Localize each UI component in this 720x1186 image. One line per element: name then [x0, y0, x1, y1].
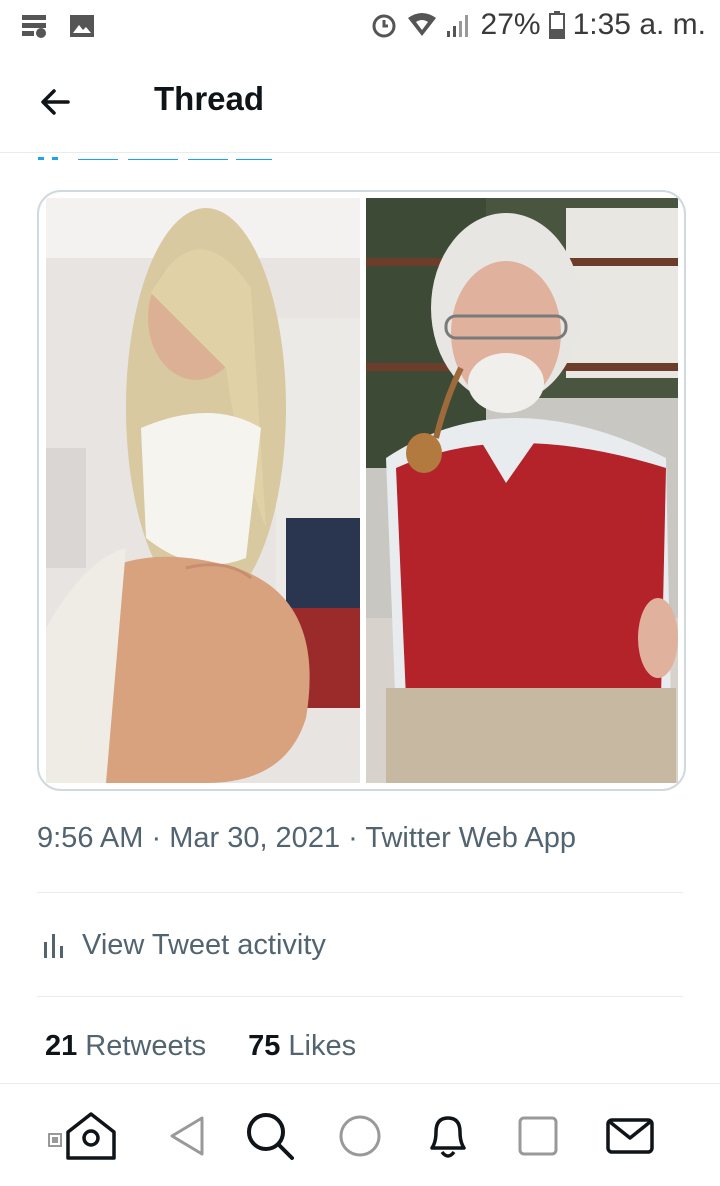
messages-tab[interactable] — [602, 1108, 658, 1164]
home-circle-icon — [339, 1115, 381, 1157]
notifications-bell-icon — [430, 1116, 466, 1158]
likes-count: 75 — [248, 1030, 281, 1062]
tweet-date[interactable]: Mar 30, 2021 — [169, 822, 340, 854]
system-back-button[interactable] — [162, 1108, 218, 1164]
status-bar: 27% 1:35 a. m. — [0, 0, 720, 52]
notifications-tab[interactable] — [420, 1108, 476, 1164]
right-photo-image — [366, 198, 678, 783]
system-recents-button[interactable] — [510, 1108, 566, 1164]
alarm-icon — [372, 14, 396, 38]
right-photo[interactable] — [366, 198, 678, 783]
likes-label: Likes — [288, 1030, 357, 1062]
status-right: 27% 1:35 a. m. — [369, 8, 706, 42]
messages-envelope-icon — [606, 1118, 654, 1154]
page-title: Thread — [154, 80, 265, 117]
notification-icon — [22, 15, 46, 38]
tweet-source[interactable]: Twitter Web App — [365, 822, 576, 854]
retweets-stat[interactable]: 21 Retweets — [45, 1030, 206, 1063]
tweet-media[interactable] — [37, 190, 686, 791]
scrolled-text-remnant — [38, 152, 678, 160]
activity-label: View Tweet activity — [82, 928, 326, 961]
hashtag-remnant-strokes — [38, 157, 272, 160]
signal-icon — [446, 15, 468, 37]
back-triangle-icon — [170, 1116, 204, 1156]
system-home-button[interactable] — [332, 1108, 388, 1164]
activity-bars-icon — [44, 934, 63, 958]
left-photo[interactable] — [46, 198, 360, 783]
battery-percent: 27% — [480, 8, 541, 41]
bottom-navigation — [0, 1083, 720, 1186]
likes-stat[interactable]: 75 Likes — [248, 1030, 356, 1063]
search-tab[interactable] — [242, 1108, 298, 1164]
battery-icon — [548, 11, 565, 39]
left-photo-image — [46, 198, 360, 783]
tweet-timestamp: 9:56 AM · Mar 30, 2021 · Twitter Web App — [37, 822, 576, 855]
tweet-time[interactable]: 9:56 AM — [37, 822, 143, 854]
meta-separator: · — [143, 822, 170, 854]
thread-header: Thread — [0, 52, 720, 153]
status-left-icons — [20, 12, 96, 40]
image-icon — [70, 15, 94, 37]
retweets-label: Retweets — [85, 1030, 207, 1062]
retweets-count: 21 — [45, 1030, 78, 1062]
home-tab[interactable] — [46, 1108, 116, 1164]
search-icon — [247, 1113, 294, 1160]
recents-square-icon — [518, 1116, 558, 1156]
view-tweet-activity[interactable]: View Tweet activity — [40, 925, 326, 965]
clock: 1:35 a. m. — [572, 8, 706, 41]
back-arrow-icon[interactable] — [34, 82, 78, 122]
wifi-icon — [407, 13, 436, 36]
divider — [37, 996, 683, 997]
tweet-stats: 21 Retweets 75 Likes — [45, 1030, 356, 1063]
divider — [37, 892, 683, 893]
meta-separator: · — [340, 822, 366, 854]
home-icon — [48, 1112, 116, 1160]
